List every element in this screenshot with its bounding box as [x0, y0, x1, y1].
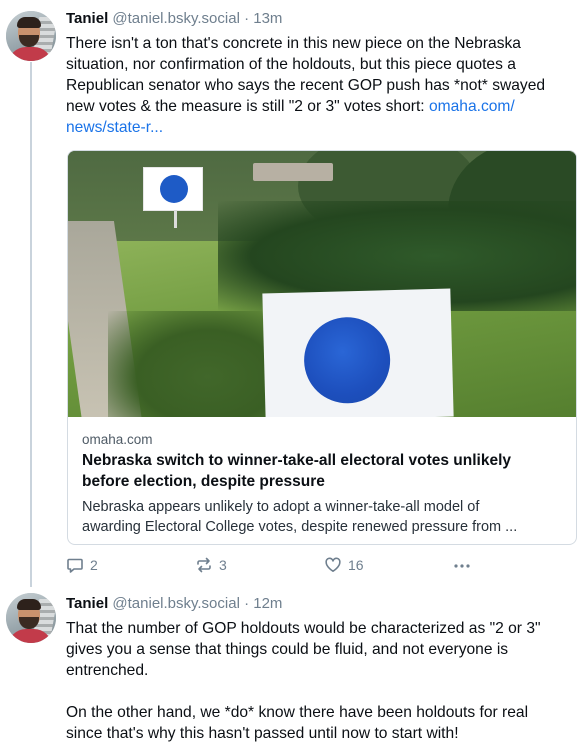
- post-actions: 2 3 16: [66, 553, 486, 577]
- speech-bubble-icon: [66, 556, 84, 574]
- link-preview-title-line: before election, despite pressure: [82, 473, 325, 490]
- author-avatar[interactable]: [6, 11, 56, 61]
- post-text: That the number of GOP holdouts would be…: [66, 618, 568, 744]
- repost-count: 3: [219, 557, 227, 573]
- post-text-line: [66, 681, 568, 702]
- link-preview-description-line: awarding Electoral College votes, despit…: [82, 519, 518, 535]
- post-text-line: Republican senator who says the recent G…: [66, 77, 546, 94]
- post-text-line: On the other hand, we *do* know there ha…: [66, 704, 529, 721]
- heart-icon: [324, 556, 342, 574]
- post-text-line: since that's why this hasn't passed unti…: [66, 725, 459, 742]
- post-header: Taniel @taniel.bsky.social · 12m: [66, 594, 282, 614]
- author-handle[interactable]: @taniel.bsky.social: [112, 595, 240, 612]
- post-link-continued[interactable]: news/state-r...: [66, 119, 163, 136]
- repost-button[interactable]: 3: [195, 553, 227, 577]
- more-options-button[interactable]: [452, 553, 472, 577]
- link-preview-title-line: Nebraska switch to winner-take-all elect…: [82, 452, 511, 469]
- link-preview-description-line: Nebraska appears unlikely to adopt a win…: [82, 499, 480, 515]
- author-avatar[interactable]: [6, 593, 56, 643]
- reply-button[interactable]: 2: [66, 553, 98, 577]
- author-name[interactable]: Taniel: [66, 595, 108, 612]
- post-text-line: situation, nor confirmation of the holdo…: [66, 56, 516, 73]
- post-text-line: gives you a sense that things could be f…: [66, 641, 509, 658]
- post-timestamp[interactable]: 13m: [253, 10, 282, 27]
- post-timestamp[interactable]: 12m: [253, 595, 282, 612]
- link-preview-description: Nebraska appears unlikely to adopt a win…: [82, 497, 568, 537]
- repost-arrows-icon: [195, 556, 213, 574]
- yard-sign-large: [262, 288, 454, 417]
- link-preview-title: Nebraska switch to winner-take-all elect…: [82, 450, 568, 492]
- link-preview-image[interactable]: [68, 151, 576, 417]
- separator: ·: [244, 595, 250, 612]
- ellipsis-icon: [452, 556, 472, 574]
- post[interactable]: Taniel @taniel.bsky.social · 13m There i…: [0, 0, 578, 590]
- post-text-segment: new votes & the measure is still "2 or 3…: [66, 98, 429, 115]
- link-preview-domain: omaha.com: [82, 432, 153, 447]
- like-count: 16: [348, 557, 364, 573]
- post-text-line: news/state-r...: [66, 117, 568, 138]
- separator: ·: [244, 10, 250, 27]
- post[interactable]: Taniel @taniel.bsky.social · 12m That th…: [0, 590, 578, 750]
- post-text-line: entrenched.: [66, 662, 149, 679]
- post-text-line: There isn't a ton that's concrete in thi…: [66, 35, 521, 52]
- post-header: Taniel @taniel.bsky.social · 13m: [66, 9, 282, 29]
- post-text: There isn't a ton that's concrete in thi…: [66, 33, 568, 138]
- like-button[interactable]: 16: [324, 553, 364, 577]
- yard-sign-small: [144, 168, 202, 210]
- link-preview-card[interactable]: omaha.com Nebraska switch to winner-take…: [67, 150, 577, 545]
- post-link[interactable]: omaha.com/: [429, 98, 515, 115]
- post-text-line: That the number of GOP holdouts would be…: [66, 620, 541, 637]
- thread-connector-line: [30, 62, 32, 587]
- author-handle[interactable]: @taniel.bsky.social: [112, 10, 240, 27]
- reply-count: 2: [90, 557, 98, 573]
- author-name[interactable]: Taniel: [66, 10, 108, 27]
- post-text-line: new votes & the measure is still "2 or 3…: [66, 96, 568, 117]
